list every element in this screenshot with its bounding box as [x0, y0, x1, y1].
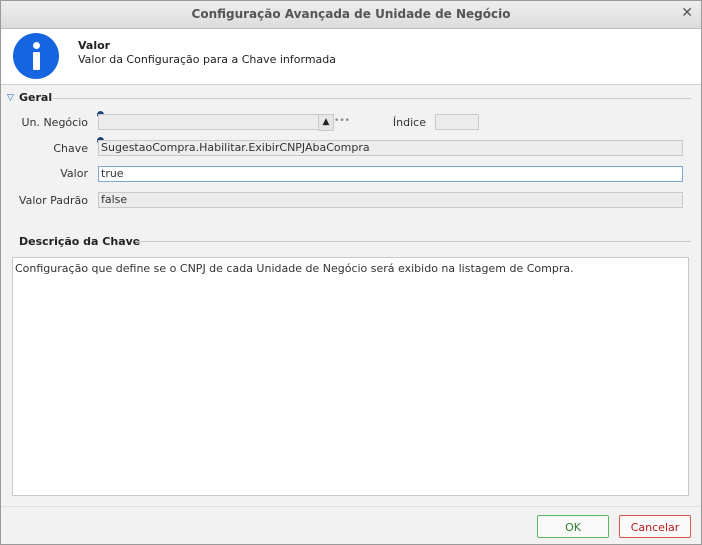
- footer-separator: [1, 506, 701, 507]
- un-negocio-field[interactable]: [98, 114, 319, 130]
- close-icon[interactable]: ✕: [681, 5, 693, 21]
- title-bar[interactable]: Configuração Avançada de Unidade de Negó…: [1, 1, 701, 29]
- header-title: Valor: [78, 39, 111, 52]
- indice-label: Índice: [392, 116, 426, 129]
- header-subtitle: Valor da Configuração para a Chave infor…: [78, 53, 337, 66]
- valor-input[interactable]: true: [98, 166, 683, 182]
- dialog-header: Valor Valor da Configuração para a Chave…: [1, 29, 701, 85]
- descricao-separator: [135, 241, 691, 242]
- un-negocio-label: Un. Negócio: [21, 116, 88, 129]
- descricao-title: Descrição da Chave: [19, 235, 141, 248]
- ok-button[interactable]: OK: [537, 515, 609, 538]
- ellipsis-button[interactable]: •••: [334, 114, 350, 129]
- valor-padrao-label: Valor Padrão: [18, 194, 88, 207]
- up-arrow-button[interactable]: ▲: [318, 114, 334, 131]
- chave-label: Chave: [53, 142, 88, 155]
- cancel-button[interactable]: Cancelar: [619, 515, 691, 538]
- indice-field[interactable]: [435, 114, 479, 130]
- group-geral-title: Geral: [19, 91, 53, 104]
- valor-label: Valor: [60, 167, 88, 180]
- window-title: Configuração Avançada de Unidade de Negó…: [191, 7, 511, 21]
- descricao-textarea[interactable]: Configuração que define se o CNPJ de cad…: [12, 257, 689, 496]
- info-icon: [13, 33, 59, 79]
- dialog-window: Configuração Avançada de Unidade de Negó…: [0, 0, 702, 545]
- collapse-triangle-icon[interactable]: ▽: [7, 93, 14, 103]
- valor-padrao-field[interactable]: false: [98, 192, 683, 208]
- chave-field[interactable]: SugestaoCompra.Habilitar.ExibirCNPJAbaCo…: [98, 140, 683, 156]
- group-geral-separator: [53, 98, 691, 99]
